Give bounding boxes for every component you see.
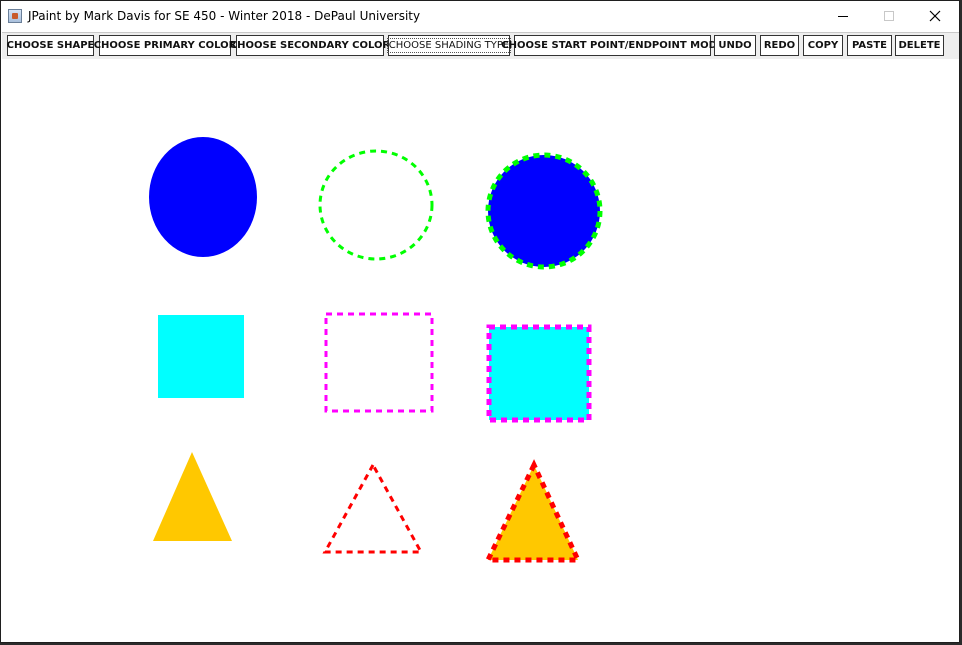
filled-rectangle[interactable] [158,315,244,398]
redo-button[interactable]: REDO [760,35,799,56]
maximize-icon [884,11,894,21]
maximize-button [866,1,912,31]
undo-button[interactable]: UNDO [714,35,756,56]
paste-button[interactable]: PASTE [847,35,892,56]
paint-canvas[interactable] [2,59,959,642]
filled-outlined-ellipse[interactable] [485,152,603,270]
jpaint-window: JPaint by Mark Davis for SE 450 - Winter… [0,0,960,643]
drawing-surface[interactable] [2,59,959,642]
delete-button[interactable]: DELETE [895,35,944,56]
choose-start-point-endpoint-mode-button[interactable]: CHOOSE START POINT/ENDPOINT MODE [501,35,724,56]
outlined-rectangle[interactable] [324,312,434,413]
toolbar: CHOOSE SHAPE CHOOSE PRIMARY COLOR CHOOSE… [2,32,959,60]
filled-ellipse[interactable] [149,137,257,257]
window-title: JPaint by Mark Davis for SE 450 - Winter… [28,9,421,23]
outlined-triangle[interactable] [322,461,424,554]
filled-triangle[interactable] [153,452,232,541]
close-button[interactable] [912,1,958,31]
minimize-icon [838,16,848,17]
choose-primary-color-button[interactable]: CHOOSE PRIMARY COLOR [94,35,236,56]
choose-shading-type-button[interactable]: CHOOSE SHADING TYPE [386,35,512,56]
minimize-button[interactable] [820,1,866,31]
outlined-ellipse[interactable] [318,149,434,261]
java-app-icon [8,9,22,23]
close-icon [929,10,941,22]
choose-shape-button[interactable]: CHOOSE SHAPE [7,35,94,56]
filled-outlined-triangle[interactable] [484,459,582,563]
copy-button[interactable]: COPY [803,35,843,56]
filled-outlined-rectangle[interactable] [486,324,592,423]
title-bar[interactable]: JPaint by Mark Davis for SE 450 - Winter… [1,1,959,31]
choose-secondary-color-button[interactable]: CHOOSE SECONDARY COLOR [230,35,390,56]
